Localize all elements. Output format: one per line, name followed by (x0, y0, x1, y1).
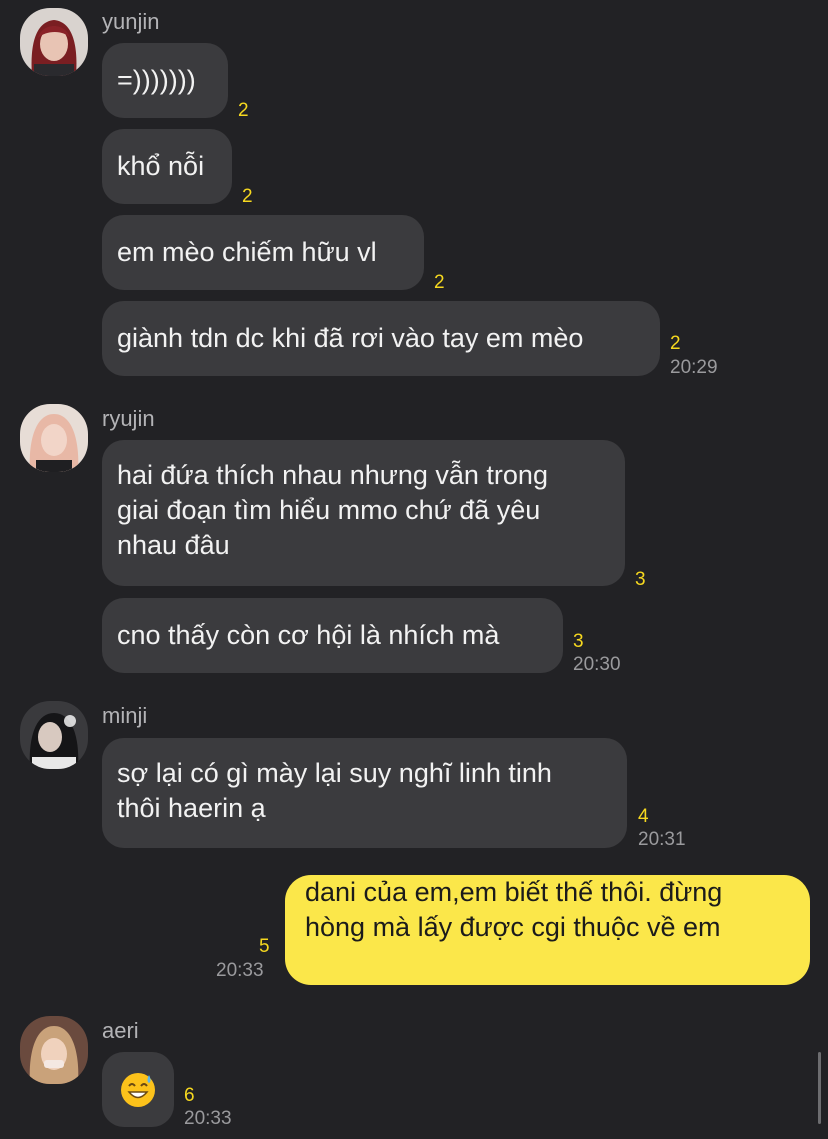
message-time: 20:29 (670, 357, 718, 378)
unread-count: 4 (638, 806, 649, 827)
unread-count: 5 (259, 936, 270, 957)
message-bubble[interactable]: em mèo chiếm hữu vl (102, 215, 424, 290)
avatar-yunjin[interactable] (20, 8, 88, 76)
sender-name: aeri (102, 1018, 139, 1043)
scrollbar[interactable] (818, 1052, 821, 1124)
grinning-sweat-emoji-icon (121, 1072, 155, 1107)
avatar-image (20, 1016, 88, 1084)
unread-count: 2 (242, 186, 253, 207)
message-time: 20:33 (184, 1108, 232, 1129)
avatar-image (20, 701, 88, 769)
avatar-image (20, 8, 88, 76)
my-message-bubble[interactable]: dani của em,em biết thế thôi. đừng hòng … (285, 875, 810, 985)
unread-count: 6 (184, 1085, 195, 1106)
sender-name: ryujin (102, 406, 155, 431)
message-bubble[interactable]: sợ lại có gì mày lại suy nghĩ linh tinh … (102, 738, 627, 848)
message-bubble[interactable]: hai đứa thích nhau nhưng vẫn trong giai … (102, 440, 625, 586)
message-time: 20:30 (573, 654, 621, 675)
message-bubble[interactable]: =))))))) (102, 43, 228, 118)
message-time: 20:33 (216, 960, 264, 981)
message-bubble[interactable]: giành tdn dc khi đã rơi vào tay em mèo (102, 301, 660, 376)
message-time: 20:31 (638, 829, 686, 850)
avatar-ryujin[interactable] (20, 404, 88, 472)
message-bubble[interactable]: cno thấy còn cơ hội là nhích mà (102, 598, 563, 673)
unread-count: 2 (238, 100, 249, 121)
unread-count: 2 (670, 333, 681, 354)
message-bubble[interactable]: khổ nỗi (102, 129, 232, 204)
avatar-aeri[interactable] (20, 1016, 88, 1084)
message-bubble[interactable] (102, 1052, 174, 1127)
avatar-minji[interactable] (20, 701, 88, 769)
sender-name: yunjin (102, 9, 160, 34)
unread-count: 3 (635, 569, 646, 590)
unread-count: 3 (573, 631, 584, 652)
unread-count: 2 (434, 272, 445, 293)
avatar-image (20, 404, 88, 472)
sender-name: minji (102, 703, 148, 728)
